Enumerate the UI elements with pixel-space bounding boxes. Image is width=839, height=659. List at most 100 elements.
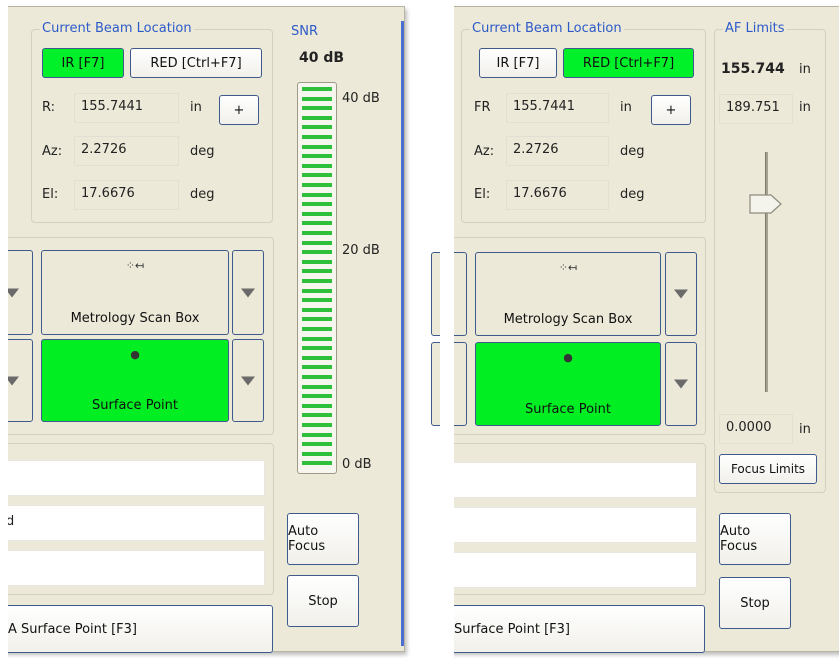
af-limits-title: AF Limits	[723, 21, 787, 36]
snr-bar-segment	[302, 202, 332, 207]
snr-bar-segment	[302, 135, 332, 139]
result-row-3	[1, 550, 265, 586]
fr-label: FR	[474, 100, 491, 115]
snr-bar-segment	[302, 259, 332, 264]
metrology-dropdown[interactable]	[232, 250, 264, 335]
auto-focus-button-2[interactable]: Auto Focus	[719, 513, 791, 565]
snr-bar-segment	[302, 240, 332, 245]
az-label-2: Az:	[474, 144, 495, 159]
surface-label-2: Surface Point	[525, 402, 611, 417]
af-current-value: 155.744	[721, 61, 785, 77]
right-panel: Current Beam Location IR [F7] RED [Ctrl+…	[431, 6, 839, 653]
plus-button[interactable]: +	[219, 95, 259, 125]
surface-point-icon: ●	[563, 351, 573, 364]
metrology-scan-box-button-2[interactable]: ⁘↤ Metrology Scan Box	[475, 252, 661, 336]
red-button-2[interactable]: RED [Ctrl+F7]	[563, 48, 694, 78]
snr-bar-segment	[302, 183, 332, 187]
az-label: Az:	[42, 144, 63, 159]
surface-point-f3-button-2[interactable]: Surface Point [F3]	[447, 605, 705, 653]
surface-point-icon: ●	[130, 348, 140, 361]
result-row-6	[447, 552, 697, 588]
result-row-4	[447, 462, 697, 498]
plus-button-2[interactable]: +	[651, 95, 691, 125]
snr-bar-segment	[302, 269, 332, 274]
dropdown-arrow-icon	[241, 288, 255, 297]
dropdown-arrow-icon	[674, 289, 688, 299]
auto-focus-button[interactable]: Auto Focus	[287, 513, 359, 565]
az-value: 2.2726	[74, 136, 179, 166]
surface-point-button-2[interactable]: ● Surface Point	[475, 342, 661, 426]
snr-bar-segment	[302, 365, 332, 370]
scan-box-icon: ⁘↤	[558, 261, 578, 274]
el-unit: deg	[190, 187, 215, 202]
metrology-label-2: Metrology Scan Box	[503, 312, 633, 327]
az-unit-2: deg	[620, 144, 645, 159]
measure-group: ⁘↤ Metrology Scan Box ● Surface Point	[0, 237, 274, 435]
snr-bar-segment	[302, 355, 332, 360]
focus-limits-button[interactable]: Focus Limits	[719, 454, 817, 484]
dropdown-arrow-icon	[241, 376, 255, 385]
snr-bar-segment	[302, 231, 332, 235]
snr-bar-segment	[302, 384, 332, 389]
snr-bar-segment	[302, 346, 332, 351]
ir-button[interactable]: IR [F7]	[42, 48, 124, 78]
snr-bar-segment	[302, 327, 332, 331]
af-max-value: 189.751	[719, 94, 793, 124]
snr-bar-segment	[302, 432, 332, 437]
left-panel-edge	[401, 21, 404, 646]
snr-bar-segment	[302, 87, 332, 91]
ir-button-2[interactable]: IR [F7]	[479, 48, 557, 78]
snr-bar-segment	[302, 211, 332, 216]
beam-location-title-2: Current Beam Location	[470, 21, 624, 36]
bottom-label: Surface Point [F3]	[21, 621, 138, 637]
af-min-value: 0.0000	[719, 414, 793, 444]
snr-bar-segment	[302, 163, 332, 168]
fr-value: 155.7441	[506, 93, 609, 123]
af-max-unit: in	[799, 100, 811, 115]
metrology-scan-box-button[interactable]: ⁘↤ Metrology Scan Box	[41, 250, 229, 335]
torn-edge-left-1	[0, 0, 8, 659]
snr-bar-segment	[302, 106, 332, 111]
result-row-5	[447, 507, 697, 543]
el-label-2: El:	[474, 187, 491, 202]
snr-label-mid: 20 dB	[342, 243, 380, 258]
red-button[interactable]: RED [Ctrl+F7]	[130, 48, 262, 78]
snr-bar-segment	[302, 403, 332, 408]
dropdown-arrow-icon	[674, 379, 688, 389]
snr-bar-segment	[302, 154, 332, 159]
az-unit: deg	[190, 144, 215, 159]
snr-bar-segment	[302, 125, 332, 130]
r-unit: in	[190, 100, 202, 115]
snr-bar-segment	[302, 144, 332, 149]
surface-dropdown[interactable]	[232, 339, 264, 422]
left-panel: Current Beam Location IR [F7] RED [Ctrl+…	[0, 6, 405, 653]
stop-button[interactable]: Stop	[287, 575, 359, 627]
snr-bar-segment	[302, 336, 332, 341]
snr-bar-segment	[302, 288, 332, 293]
metrology-dropdown-2[interactable]	[665, 252, 697, 336]
snr-label-top: 40 dB	[342, 91, 380, 106]
stop-button-2[interactable]: Stop	[719, 577, 791, 629]
r-label: R:	[42, 100, 56, 115]
surface-point-f3-button[interactable]: A Surface Point [F3]	[1, 605, 273, 653]
result-row-2: d	[1, 505, 265, 541]
snr-bar-segment	[302, 279, 332, 283]
az-value-2: 2.2726	[506, 136, 609, 166]
surface-label: Surface Point	[92, 398, 178, 413]
snr-bar-segment	[302, 317, 332, 322]
slider-thumb-icon[interactable]	[749, 194, 783, 214]
af-min-unit: in	[799, 422, 811, 437]
snr-meter	[297, 82, 337, 474]
af-limits-group: AF Limits 155.744 in 189.751 in 0.0000 i…	[714, 21, 826, 493]
snr-bar-segment	[302, 192, 332, 197]
af-slider-track[interactable]	[765, 152, 768, 392]
bottom-prefix: A	[8, 621, 17, 637]
el-value-2: 17.6676	[506, 180, 609, 210]
surface-dropdown-2[interactable]	[665, 342, 697, 426]
surface-point-button[interactable]: ● Surface Point	[41, 339, 229, 422]
snr-bar-segment	[302, 451, 332, 456]
metrology-label: Metrology Scan Box	[70, 311, 200, 326]
el-value: 17.6676	[74, 180, 179, 210]
snr-bar-segment	[302, 307, 332, 312]
snr-bar-segment	[302, 413, 332, 418]
